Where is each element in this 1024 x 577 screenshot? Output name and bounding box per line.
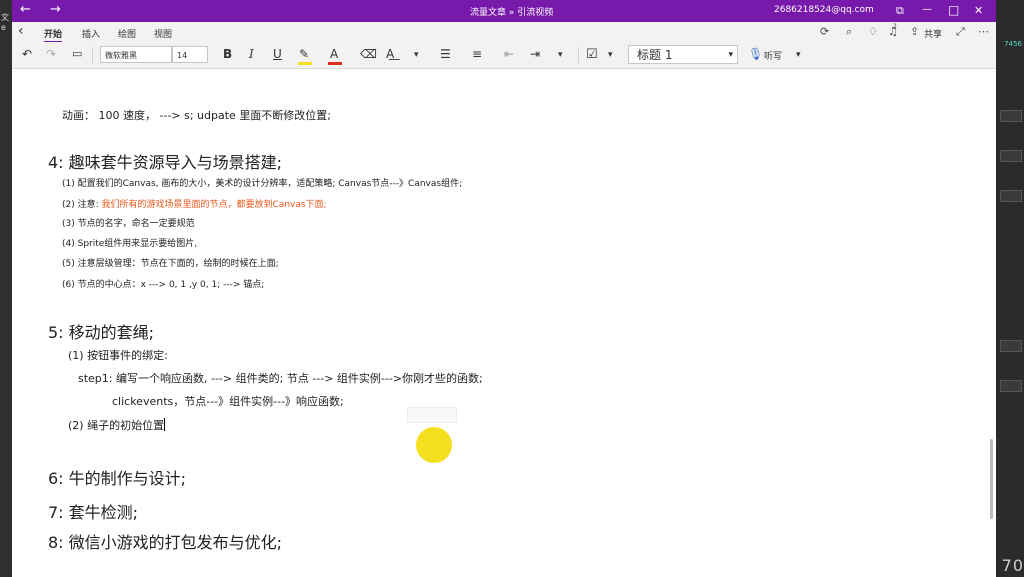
back-arrow-icon[interactable]: ← [20,2,31,17]
outdent-icon[interactable]: ⇤ [504,47,514,61]
faded-tooltip [407,407,457,423]
desktop-thumbnail [1000,150,1022,162]
style-select-value: 标题 1 [637,48,673,62]
text-caret [164,418,166,431]
onenote-window: ← → 流量文章 » 引流视频 2686218524@qq.com ⧉ — □ … [12,0,996,577]
share-icon[interactable]: ⇪ [910,25,919,38]
nav-back-icon[interactable]: ‹ [18,23,24,39]
minimize-button[interactable]: — [922,4,932,15]
tab-view[interactable]: 视图 [154,27,172,40]
underline-button[interactable]: U [273,47,282,61]
list-item-4-5: (5) 注意层级管理：节点在下面的，绘制的时候在上面; [62,259,279,269]
tab-home[interactable]: 开始 [44,27,63,43]
chevron-down-icon: ▾ [728,50,733,60]
ribbon-tabs: ‹ 开始 插入 绘图 视图 ⟳ ⌕ ♢ ♫ 2 ⇪ 共享 ⤢ ⋯ [12,22,996,43]
expand-icon[interactable]: ⤢ [956,25,965,39]
font-color-button[interactable]: A [330,47,338,61]
list-item-4-3: (3) 节点的名字，命名一定要规范 [62,219,195,229]
forward-arrow-icon[interactable]: → [50,2,61,17]
list-item-5-2-text: (2) 绳子的初始位置 [68,419,165,432]
note-page[interactable]: 动画： 100 速度， ---> s; udpate 里面不断修改位置; 4: … [12,69,996,577]
clipboard-icon[interactable]: ▭ [72,47,82,60]
desktop-thumbnail [1000,340,1022,352]
chevron-down-icon[interactable]: ▾ [558,50,563,60]
desktop-thumbnail [1000,190,1022,202]
section-heading-8: 8: 微信小游戏的打包发布与优化; [48,533,283,552]
desktop-right-text: 7456 [1004,40,1022,48]
font-color-bar [328,62,342,65]
list-item-4-2-highlight: 我们所有的游戏场景里面的节点，都要放到Canvas下面; [101,200,327,210]
section-heading-5: 5: 移动的套绳; [48,323,155,342]
mouse-cursor-highlight [416,427,452,463]
chevron-down-icon[interactable]: ▾ [414,50,419,60]
maximize-button[interactable]: □ [948,3,959,17]
close-button[interactable]: ✕ [974,4,983,17]
list-item-4-2: (2) 注意: 我们所有的游戏场景里面的节点，都要放到Canvas下面; [62,197,327,210]
desktop-left-strip: 文e [0,0,12,577]
tab-insert[interactable]: 插入 [82,27,100,40]
desktop-thumbnail [1000,380,1022,392]
bullet-list-icon[interactable]: ☰ [440,47,451,61]
highlight-color-bar [298,62,312,65]
italic-button[interactable]: I [249,47,254,61]
desktop-left-text: 文e [1,13,9,32]
search-icon[interactable]: ⌕ [846,25,852,39]
clickevents-line: clickevents，节点---》组件实例---》响应函数; [112,395,344,408]
list-item-5-2[interactable]: (2) 绳子的初始位置 [68,417,166,433]
vertical-scrollbar[interactable] [990,439,993,519]
bold-button[interactable]: B [223,47,232,61]
chevron-down-icon[interactable]: ▾ [796,50,801,60]
desktop-corner-text: 70 [1001,556,1024,575]
microphone-icon[interactable]: 🎙 [748,47,763,61]
sync-icon[interactable]: ⟳ [820,25,829,38]
dictate-button[interactable]: 听写 [764,49,782,62]
indent-icon[interactable]: ⇥ [530,47,540,61]
restore-icon[interactable]: ⧉ [896,4,904,18]
section-heading-7: 7: 套牛检测; [48,503,139,522]
toolbar-divider [578,47,579,63]
numbered-list-icon[interactable]: ≡ [472,47,482,61]
share-button[interactable]: 共享 [924,27,942,40]
highlighter-icon[interactable]: ✎ [299,47,309,61]
undo-icon[interactable]: ↶ [22,47,32,61]
list-item-5-1: (1) 按钮事件的绑定: [68,349,168,362]
list-item-4-4: (4) Sprite组件用来显示要给图片, [62,239,198,249]
toolbar-divider [92,47,93,63]
redo-icon[interactable]: ↷ [46,47,56,61]
step1-line: step1: 编写一个响应函数, ---> 组件类的; 节点 ---> 组件实例… [78,372,483,385]
desktop-right-strip: 7456 70 [996,0,1024,577]
font-size-select[interactable]: 14 [172,46,208,63]
clear-format-icon[interactable]: ⌫ [360,47,377,61]
window-title: 流量文章 » 引流视频 [470,8,554,18]
list-item-4-6: (6) 节点的中心点：x ---> 0, 1 ,y 0, 1; ---> 锚点; [62,280,265,290]
chevron-down-icon[interactable]: ▾ [608,50,613,60]
notification-count: 2 [893,23,897,30]
tab-draw[interactable]: 绘图 [118,27,136,40]
style-select[interactable]: 标题 1 ▾ [628,45,738,64]
list-item-4-2-prefix: (2) 注意: [62,200,102,210]
more-options-icon[interactable]: ⋯ [978,25,989,38]
section-heading-6: 6: 牛的制作与设计; [48,469,187,488]
formatting-toolbar: ↶ ↷ ▭ 微软雅黑 14 B I U ✎ A ⌫ A͟ ▾ ☰ ≡ ⇤ ⇥ ▾… [12,42,996,69]
text-styles-icon[interactable]: A͟ [386,47,394,61]
lightbulb-icon[interactable]: ♢ [868,25,878,38]
list-item-4-1: (1) 配置我们的Canvas, 画布的大小，美术的设计分辨率，适配策略; Ca… [62,179,463,189]
note-line-animation: 动画： 100 速度， ---> s; udpate 里面不断修改位置; [62,109,331,122]
section-heading-4: 4: 趣味套牛资源导入与场景搭建; [48,153,283,172]
desktop-thumbnail [1000,110,1022,122]
todo-checkbox-icon[interactable]: ☑ [586,47,598,62]
font-name-select[interactable]: 微软雅黑 [100,46,172,63]
title-bar: ← → 流量文章 » 引流视频 2686218524@qq.com ⧉ — □ … [12,0,996,22]
account-email[interactable]: 2686218524@qq.com [774,5,874,15]
